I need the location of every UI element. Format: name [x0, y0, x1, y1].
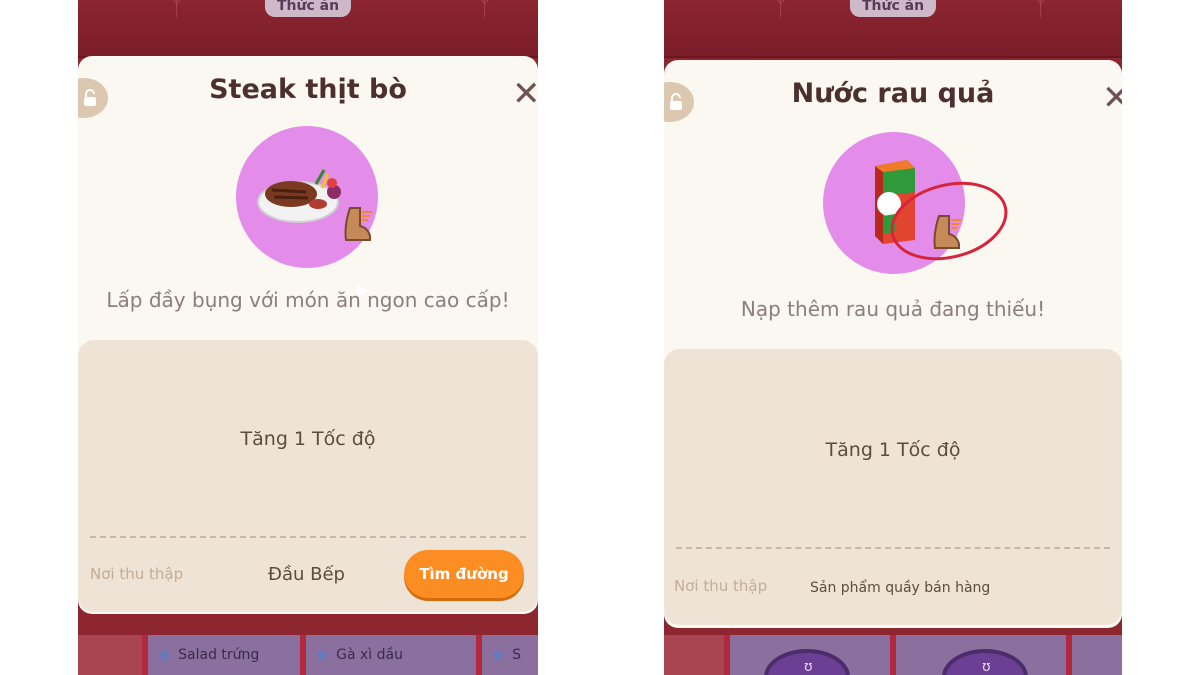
item-detail-sheet: Nước rau quả ✕ Nạp thêm rau quả đang thi…	[664, 60, 1122, 628]
list-item-label: S	[512, 647, 522, 663]
item-detail-sheet: Steak thịt bò ✕ Lấp đầy bụng với món ăn …	[78, 56, 538, 614]
list-item[interactable]: ★ S	[476, 635, 538, 675]
list-item-label: Gà xì dầu	[336, 647, 403, 663]
category-tab[interactable]: Thức ăn	[264, 0, 352, 17]
category-header: ᛉ ᛉ Thức ăn	[78, 0, 538, 58]
header-decoration: ᛉ	[774, 0, 788, 21]
header-decoration: ᛉ	[170, 0, 184, 21]
comparison-stage: ᛉ ᛉ Thức ăn ★ Salad trứng ★ Gà xì dầu ★ …	[0, 0, 1200, 675]
category-tab[interactable]: Thức ăn	[849, 0, 937, 17]
highlight-circle-annotation	[890, 181, 1008, 261]
list-item[interactable]	[1066, 635, 1122, 675]
star-icon: ★	[314, 644, 331, 666]
source-label: Nơi thu thập	[90, 565, 184, 583]
item-list-strip: ʊ ʊ	[664, 635, 1122, 675]
item-thumb-glyph: ʊ	[982, 659, 991, 675]
item-info-box: Tăng 1 Tốc độ Nơi thu thập Đầu Bếp Tìm đ…	[78, 340, 538, 612]
close-icon[interactable]: ✕	[1102, 78, 1122, 118]
item-effect: Tăng 1 Tốc độ	[240, 428, 376, 450]
list-item-label: Salad trứng	[178, 647, 260, 663]
steak-plate-icon	[257, 169, 341, 223]
item-image-frame	[236, 126, 378, 268]
star-icon: ★	[490, 644, 507, 666]
item-list-strip: ★ Salad trứng ★ Gà xì dầu ★ S	[78, 635, 538, 675]
item-description: Nạp thêm rau quả đang thiếu!	[740, 297, 1046, 321]
item-info-box: Tăng 1 Tốc độ Nơi thu thập Sản phẩm quầy…	[664, 349, 1122, 625]
item-description: Lấp đầy bụng với món ăn ngon cao cấp!	[106, 288, 510, 312]
dashed-divider	[90, 536, 526, 538]
item-detail-screen-steak: ᛉ ᛉ Thức ăn ★ Salad trứng ★ Gà xì dầu ★ …	[78, 0, 538, 675]
list-item[interactable]: ★ Salad trứng	[142, 635, 300, 675]
item-thumb-glyph: ʊ	[804, 659, 813, 675]
close-icon[interactable]: ✕	[512, 74, 538, 114]
header-decoration: ᛉ	[478, 0, 492, 21]
find-route-button[interactable]: Tìm đường	[404, 550, 524, 598]
item-title: Steak thịt bò	[209, 74, 407, 105]
item-detail-screen-juice: ᛉ ᛉ Thức ăn ʊ ʊ Nước rau quả ✕ Nạp thêm …	[664, 0, 1122, 675]
dashed-divider	[676, 547, 1110, 549]
item-effect: Tăng 1 Tốc độ	[825, 439, 961, 461]
header-decoration: ᛉ	[1034, 0, 1048, 21]
speed-boot-icon	[344, 207, 372, 241]
source-label: Nơi thu thập	[674, 577, 768, 595]
source-value: Sản phẩm quầy bán hàng	[810, 580, 991, 596]
category-header: ᛉ ᛉ Thức ăn	[664, 0, 1122, 58]
item-title: Nước rau quả	[791, 78, 995, 109]
source-value: Đầu Bếp	[268, 564, 345, 585]
list-item[interactable]: ★ Gà xì dầu	[300, 635, 476, 675]
star-icon: ★	[156, 644, 173, 666]
